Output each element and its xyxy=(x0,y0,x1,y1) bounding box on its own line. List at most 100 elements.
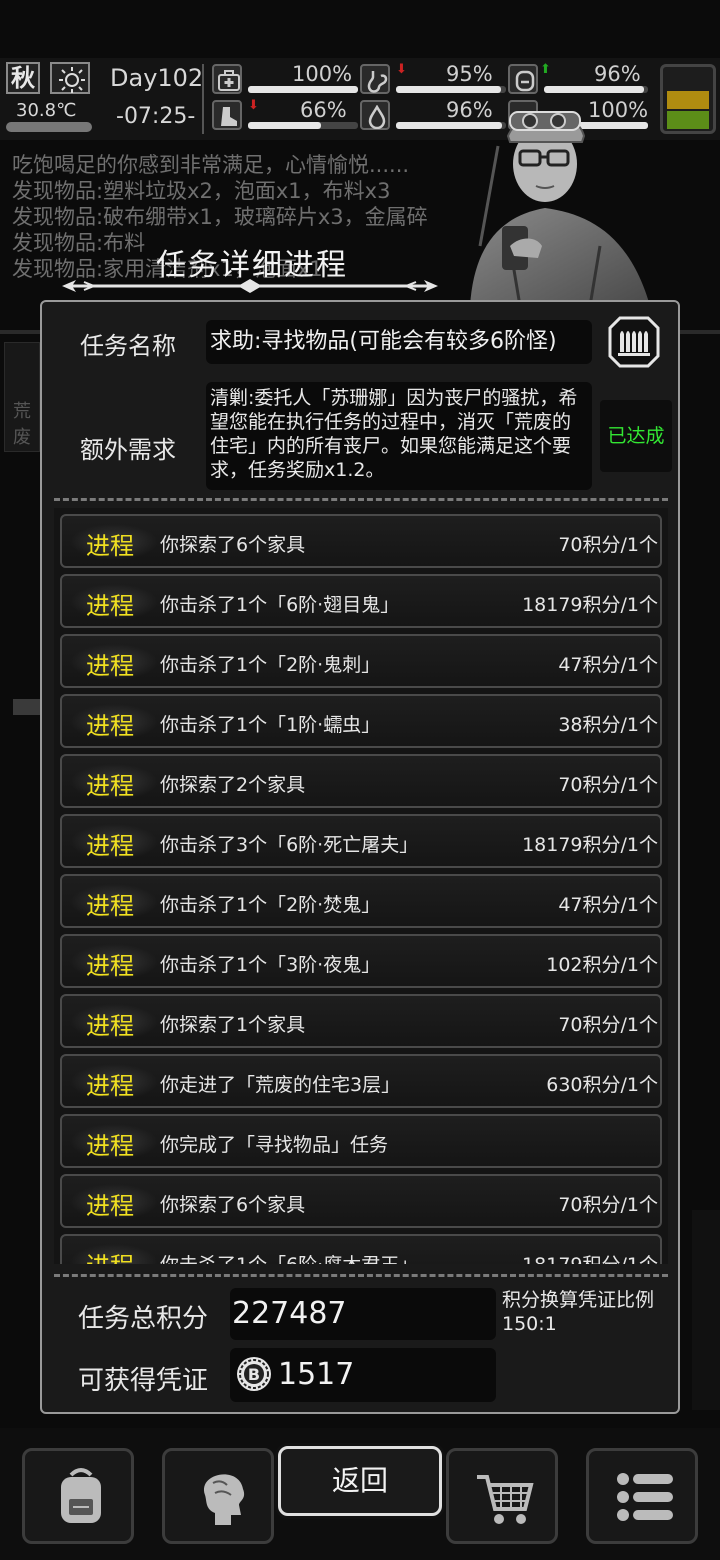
progress-description: 你击杀了1个「6阶·腐木君王」 xyxy=(160,1250,418,1264)
temperature-bar xyxy=(6,122,92,132)
character-portrait xyxy=(450,96,660,307)
cart-icon xyxy=(477,1475,534,1524)
stat-bar xyxy=(396,86,506,93)
decrease-arrow-icon: ⬇ xyxy=(396,62,407,77)
progress-description: 你击杀了1个「6阶·翅目鬼」 xyxy=(160,594,400,616)
dashed-divider xyxy=(54,498,668,501)
progress-description: 你探索了1个家具 xyxy=(160,1014,306,1036)
progress-list[interactable]: 进程 你探索了6个家具 70积分/1个 进程 你击杀了1个「6阶·翅目鬼」 18179积分… xyxy=(54,508,668,1264)
progress-tag: 进程 xyxy=(86,652,134,680)
increase-arrow-icon: ⬆ xyxy=(540,62,551,77)
progress-tag: 进程 xyxy=(86,952,134,980)
stat-value: 66% xyxy=(300,98,347,122)
bitcoin-coin-icon: B xyxy=(237,1357,271,1391)
extra-req-label: 额外需求 xyxy=(80,436,176,464)
divider xyxy=(202,64,204,134)
stomach-icon xyxy=(360,64,390,94)
health-gauge xyxy=(660,64,716,134)
progress-description: 你击杀了1个「3阶·夜鬼」 xyxy=(160,954,381,976)
stat-bar xyxy=(544,86,648,93)
skills-button[interactable] xyxy=(162,1448,274,1544)
progress-description: 你击杀了1个「2阶·鬼刺」 xyxy=(160,654,381,676)
day-counter: Day102 xyxy=(110,64,204,92)
progress-points: 38积分/1个 xyxy=(558,714,658,736)
dashed-divider xyxy=(54,1274,668,1277)
stat-value: 96% xyxy=(594,62,641,86)
mood-icon xyxy=(508,64,538,94)
game-clock: -07:25- xyxy=(116,104,196,129)
progress-description: 你探索了6个家具 xyxy=(160,534,306,556)
progress-row: 进程 你击杀了1个「6阶·翅目鬼」 18179积分/1个 xyxy=(60,574,662,628)
total-points-value: 227487 xyxy=(230,1288,496,1340)
weather-sun-icon xyxy=(50,62,90,94)
ammo-icon[interactable] xyxy=(606,314,662,370)
progress-row: 进程 你探索了2个家具 70积分/1个 xyxy=(60,754,662,808)
progress-points: 630积分/1个 xyxy=(546,1074,658,1096)
progress-points: 18179积分/1个 xyxy=(522,834,658,856)
conversion-rate-value: 150:1 xyxy=(502,1313,557,1335)
back-button[interactable]: 返回 xyxy=(278,1446,442,1516)
boot-icon xyxy=(212,100,242,130)
menu-button[interactable] xyxy=(586,1448,698,1544)
total-points-label: 任务总积分 xyxy=(78,1304,209,1334)
progress-tag: 进程 xyxy=(86,1072,134,1100)
progress-row: 进程 你探索了1个家具 70积分/1个 xyxy=(60,994,662,1048)
log-line: 吃饱喝足的你感到非常满足，心情愉悦...... xyxy=(12,153,410,177)
voucher-value-box: B 1517 xyxy=(230,1348,496,1402)
progress-row: 进程 你探索了6个家具 70积分/1个 xyxy=(60,1174,662,1228)
progress-points: 70积分/1个 xyxy=(558,774,658,796)
progress-description: 你探索了2个家具 xyxy=(160,774,306,796)
progress-description: 你走进了「荒废的住宅3层」 xyxy=(160,1074,401,1096)
decrease-arrow-icon: ⬇ xyxy=(248,98,259,113)
conversion-rate-label: 积分换算凭证比例 xyxy=(502,1289,655,1311)
progress-tag: 进程 xyxy=(86,1012,134,1040)
progress-tag: 进程 xyxy=(86,1132,134,1160)
backpack-icon xyxy=(61,1468,101,1523)
progress-row: 进程 你击杀了3个「6阶·死亡屠夫」 18179积分/1个 xyxy=(60,814,662,868)
progress-tag: 进程 xyxy=(86,772,134,800)
svg-text:B: B xyxy=(248,1365,260,1384)
progress-row: 进程 你击杀了1个「3阶·夜鬼」 102积分/1个 xyxy=(60,934,662,988)
task-detail-panel: 任务名称 求助:寻找物品(可能会有较多6阶怪) 额外需求 清剿:委托人「苏珊娜」… xyxy=(40,300,680,1414)
task-name-label: 任务名称 xyxy=(80,332,176,360)
progress-row: 进程 你击杀了1个「6阶·腐木君王」 18179积分/1个 xyxy=(60,1234,662,1264)
voucher-value: 1517 xyxy=(278,1357,355,1392)
stat-bar xyxy=(248,86,358,93)
progress-description: 你探索了6个家具 xyxy=(160,1194,306,1216)
extra-req-status: 已达成 xyxy=(600,400,672,472)
progress-row: 进程 你击杀了1个「1阶·蠕虫」 38积分/1个 xyxy=(60,694,662,748)
log-line: 发现物品:破布绷带x1，玻璃碎片x3，金属碎 xyxy=(12,205,428,229)
progress-points: 70积分/1个 xyxy=(558,1194,658,1216)
dialog-title: 任务详细进程 xyxy=(60,238,440,298)
medkit-icon xyxy=(212,64,242,94)
stat-value: 100% xyxy=(292,62,353,86)
background-edge xyxy=(692,1210,720,1410)
stat-stamina: ⬇ 66% xyxy=(212,98,358,134)
location-tab-label: 荒废 xyxy=(13,401,31,448)
stat-hunger: ⬇ 95% xyxy=(360,62,506,98)
conversion-rate: 积分换算凭证比例 150:1 xyxy=(502,1288,654,1336)
progress-row: 进程 你探索了6个家具 70积分/1个 xyxy=(60,514,662,568)
menu-icon xyxy=(617,1473,673,1521)
progress-tag: 进程 xyxy=(86,532,134,560)
location-tab[interactable]: 荒废 xyxy=(4,342,41,715)
progress-description: 你击杀了1个「1阶·蠕虫」 xyxy=(160,714,381,736)
temperature: 30.8℃ xyxy=(16,100,77,121)
progress-description: 你击杀了3个「6阶·死亡屠夫」 xyxy=(160,834,419,856)
progress-description: 你击杀了1个「2阶·焚鬼」 xyxy=(160,894,381,916)
task-name-value: 求助:寻找物品(可能会有较多6阶怪) xyxy=(206,320,592,364)
progress-row: 进程 你走进了「荒废的住宅3层」 630积分/1个 xyxy=(60,1054,662,1108)
season-indicator: 秋 xyxy=(6,62,40,94)
progress-points: 18179积分/1个 xyxy=(522,1250,658,1264)
extra-req-text: 清剿:委托人「苏珊娜」因为丧尸的骚扰，希望您能在执行任务的过程中，消灭「荒废的住… xyxy=(206,382,592,490)
shop-button[interactable] xyxy=(446,1448,558,1544)
progress-tag: 进程 xyxy=(86,592,134,620)
progress-points: 47积分/1个 xyxy=(558,654,658,676)
progress-row: 进程 你完成了「寻找物品」任务 xyxy=(60,1114,662,1168)
progress-points: 70积分/1个 xyxy=(558,534,658,556)
progress-points: 18179积分/1个 xyxy=(522,594,658,616)
water-drop-icon xyxy=(360,100,390,130)
backpack-button[interactable] xyxy=(22,1448,134,1544)
progress-points: 47积分/1个 xyxy=(558,894,658,916)
stat-value: 95% xyxy=(446,62,493,86)
